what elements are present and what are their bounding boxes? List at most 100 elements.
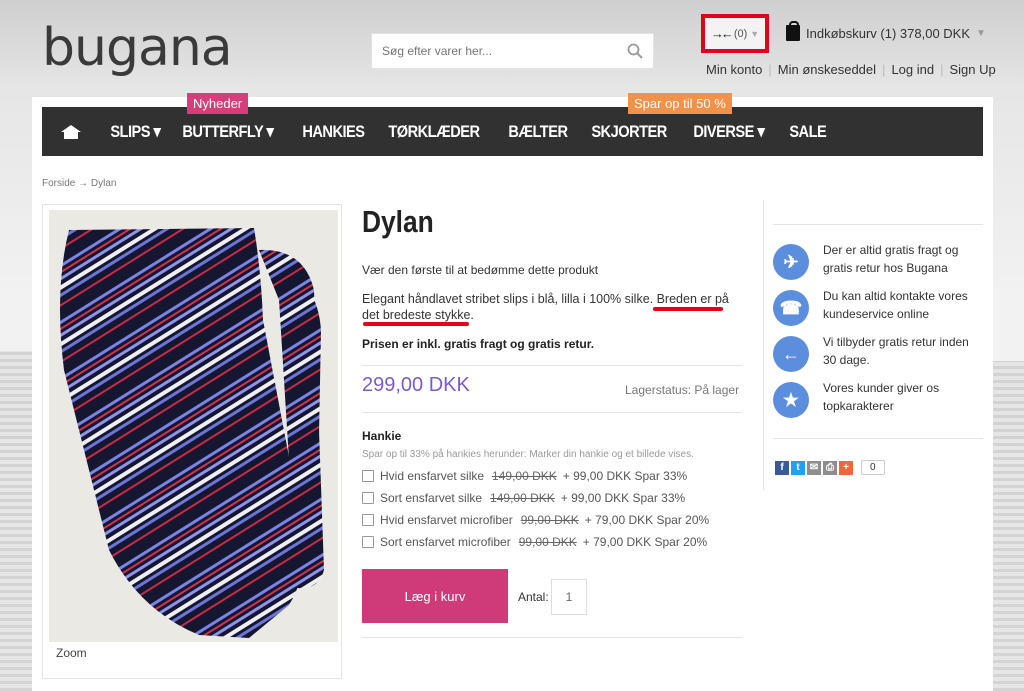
- nav-item-butterfly[interactable]: BUTTERFLY ▾: [172, 107, 284, 156]
- perk-free-shipping: ✈ Der er altid gratis fragt og gratis re…: [773, 243, 983, 280]
- home-button[interactable]: [42, 107, 100, 156]
- perk-text: Der er altid gratis fragt og gratis retu…: [823, 243, 959, 275]
- search-box[interactable]: [371, 33, 654, 69]
- nav-item-baelter[interactable]: BÆLTER: [498, 107, 578, 156]
- divider: [362, 365, 742, 366]
- option-name: Hvid ensfarvet silke: [380, 469, 485, 483]
- compare-button[interactable]: →← (0) ▼: [701, 14, 769, 53]
- hankie-option[interactable]: Hvid ensfarvet microfiber 99,00 DKK + 79…: [362, 513, 709, 527]
- caret-down-icon: ▾: [263, 122, 274, 141]
- phone-icon: ☎: [773, 290, 809, 326]
- option-name: Sort ensfarvet silke: [380, 491, 483, 505]
- breadcrumb[interactable]: Forside → Dylan: [42, 178, 116, 189]
- product-title: Dylan: [362, 204, 434, 239]
- airplane-icon: ✈: [773, 244, 809, 280]
- badge-nyheder: Nyheder: [187, 93, 249, 114]
- chevron-down-icon: ▼: [976, 27, 986, 39]
- perk-text: Vores kunder giver os topkarakterer: [823, 381, 940, 413]
- hankie-hint: Spar op til 33% på hankies herunder: Mar…: [362, 449, 694, 460]
- nav-item-diverse[interactable]: DIVERSE ▾: [683, 107, 775, 156]
- nav-item-skjorter[interactable]: SKJORTER: [581, 107, 677, 156]
- main-nav: SLIPS ▾ BUTTERFLY ▾ HANKIES TØRKLÆDER BÆ…: [42, 107, 983, 156]
- nav-item-slips[interactable]: SLIPS ▾: [100, 107, 171, 156]
- option-name: Sort ensfarvet microfiber: [380, 535, 511, 549]
- new-price: + 79,00 DKK: [582, 535, 652, 549]
- user-links: Min konto | Min ønskeseddel | Log ind | …: [706, 62, 996, 77]
- savings: Spar 20%: [654, 535, 708, 549]
- option-name: Hvid ensfarvet microfiber: [380, 513, 513, 527]
- link-sign-up[interactable]: Sign Up: [949, 62, 995, 77]
- quantity-label: Antal:: [518, 590, 549, 604]
- home-icon: [61, 124, 81, 139]
- share-bar: f t ✉ ⎙ + 0: [775, 460, 885, 475]
- divider: [773, 224, 983, 225]
- tie-image: [49, 210, 338, 642]
- checkbox[interactable]: [362, 536, 374, 548]
- print-icon[interactable]: ⎙: [823, 460, 837, 475]
- arrow-left-icon: ←: [773, 336, 809, 372]
- facebook-icon[interactable]: f: [775, 460, 789, 475]
- badge-spar: Spar op til 50 %: [628, 93, 732, 114]
- stock-status: Lagerstatus: På lager: [625, 383, 740, 397]
- cart-button[interactable]: Indkøbskurv (1) 378,00 DKK ▼: [786, 21, 986, 41]
- nav-item-sale[interactable]: SALE: [779, 107, 837, 156]
- skyline-decoration-right: [990, 361, 1024, 691]
- share-count: 0: [861, 460, 885, 475]
- savings: Spar 33%: [632, 491, 686, 505]
- logo[interactable]: bugana: [42, 18, 233, 78]
- new-price: + 79,00 DKK: [584, 513, 654, 527]
- hankie-option[interactable]: Sort ensfarvet microfiber 99,00 DKK + 79…: [362, 535, 707, 549]
- divider: [362, 637, 742, 638]
- caret-down-icon: ▾: [753, 122, 765, 141]
- link-min-onskeseddel[interactable]: Min ønskeseddel: [778, 62, 876, 77]
- cart-label: Indkøbskurv (1) 378,00 DKK: [806, 25, 971, 41]
- new-price: + 99,00 DKK: [560, 491, 630, 505]
- hankie-option[interactable]: Sort ensfarvet silke 149,00 DKK + 99,00 …: [362, 491, 685, 505]
- separator: |: [940, 62, 944, 77]
- highlight-underline: [363, 322, 469, 326]
- divider: [773, 438, 983, 439]
- rate-prompt-link[interactable]: Vær den første til at bedømme dette prod…: [362, 263, 598, 277]
- perk-top-ratings: ★ Vores kunder giver os topkarakterer: [773, 381, 983, 418]
- nav-item-hankies[interactable]: HANKIES: [292, 107, 375, 156]
- product-image-frame: [42, 204, 342, 679]
- twitter-icon[interactable]: t: [791, 460, 805, 475]
- perk-customer-service: ☎ Du kan altid kontakte vores kundeservi…: [773, 289, 983, 326]
- compare-count: (0): [733, 27, 748, 40]
- star-icon: ★: [773, 382, 809, 418]
- addthis-icon[interactable]: +: [839, 460, 853, 475]
- divider: [362, 412, 742, 413]
- product-image[interactable]: [49, 210, 338, 642]
- add-to-cart-button[interactable]: Læg i kurv: [362, 569, 508, 623]
- new-price: + 99,00 DKK: [562, 469, 632, 483]
- hankie-title: Hankie: [362, 429, 402, 443]
- email-icon[interactable]: ✉: [807, 460, 821, 475]
- caret-down-icon: ▾: [149, 122, 161, 141]
- quantity-input[interactable]: [551, 579, 587, 615]
- old-price: 99,00 DKK: [518, 535, 577, 549]
- nav-item-torklaeder[interactable]: TØRKLÆDER: [378, 107, 490, 156]
- checkbox[interactable]: [362, 514, 374, 526]
- zoom-link[interactable]: Zoom: [56, 646, 87, 660]
- shopping-bag-icon: [786, 21, 800, 41]
- checkbox[interactable]: [362, 470, 374, 482]
- highlight-underline: [653, 307, 723, 311]
- old-price: 149,00 DKK: [490, 491, 555, 505]
- savings: Spar 33%: [634, 469, 688, 483]
- chevron-down-icon: ▼: [750, 28, 760, 39]
- perk-text: Vi tilbyder gratis retur inden 30 dage.: [823, 335, 969, 367]
- separator: |: [768, 62, 772, 77]
- product-price: 299,00 DKK: [362, 374, 470, 396]
- perk-free-return: ← Vi tilbyder gratis retur inden 30 dage…: [773, 335, 983, 372]
- link-min-konto[interactable]: Min konto: [706, 62, 762, 77]
- perk-text: Du kan altid kontakte vores kundeservice…: [823, 289, 968, 321]
- link-log-ind[interactable]: Log ind: [891, 62, 934, 77]
- search-input[interactable]: [372, 34, 612, 68]
- old-price: 149,00 DKK: [492, 469, 557, 483]
- search-icon[interactable]: [627, 43, 643, 59]
- hankie-option[interactable]: Hvid ensfarvet silke 149,00 DKK + 99,00 …: [362, 469, 687, 483]
- compare-icon: →←: [710, 26, 734, 41]
- checkbox[interactable]: [362, 492, 374, 504]
- savings: Spar 20%: [656, 513, 710, 527]
- column-divider: [763, 200, 764, 490]
